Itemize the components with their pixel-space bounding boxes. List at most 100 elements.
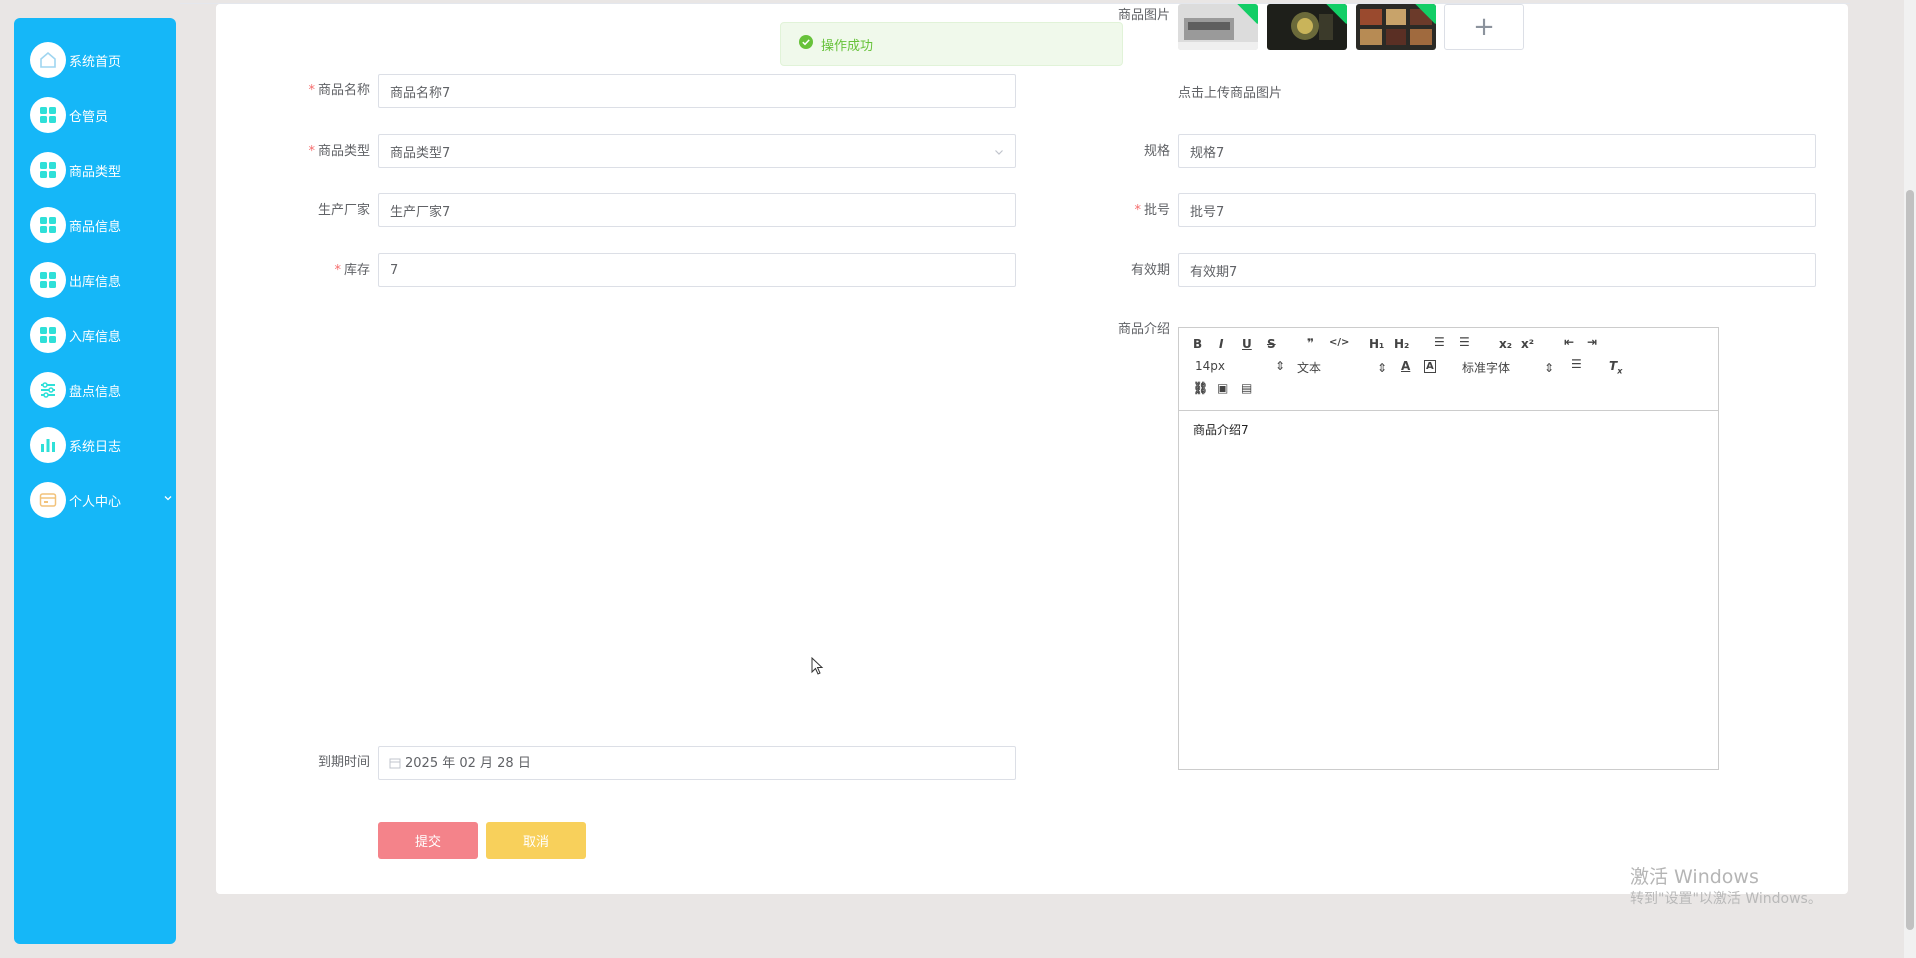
header-1-icon[interactable]: H₁ (1369, 337, 1384, 351)
link-icon[interactable]: ⛓ (1193, 381, 1208, 395)
mouse-cursor-icon (811, 656, 825, 681)
image-icon[interactable]: ▣ (1217, 381, 1228, 395)
sidebar-item-inbound[interactable]: 入库信息 (30, 315, 170, 355)
expire-label: 到期时间 (317, 755, 370, 770)
rich-text-editor: B I U S ❞ </> H₁ H₂ ☰ ☰ x₂ x² ⇤ ⇥ 14px ⇕ … (1178, 327, 1719, 770)
grid-icon (30, 262, 66, 298)
maker-label: 生产厂家 (317, 203, 370, 218)
windows-activation-hint: 转到"设置"以激活 Windows。 (1630, 891, 1822, 907)
maker-field[interactable] (378, 193, 1016, 227)
submit-button[interactable]: 提交 (378, 822, 478, 859)
sidebar: 系统首页 仓管员 商品类型 商品信息 出库信息 入库信息 盘点信息 系统日志 个… (14, 18, 176, 944)
code-block-icon[interactable]: </> (1329, 337, 1349, 348)
sidebar-item-system-log[interactable]: 系统日志 (30, 425, 170, 465)
grid-icon (30, 152, 66, 188)
grid-icon (30, 317, 66, 353)
sidebar-item-label: 系统首页 (69, 54, 122, 70)
editor-content[interactable]: 商品介绍7 (1179, 411, 1718, 448)
bullet-list-icon[interactable]: ☰ (1459, 335, 1470, 349)
type-select[interactable] (378, 134, 1016, 168)
sidebar-item-outbound[interactable]: 出库信息 (30, 260, 170, 300)
valid-field[interactable] (1178, 253, 1816, 287)
upload-image-button[interactable]: + (1444, 4, 1524, 50)
align-icon[interactable]: ☰ (1571, 357, 1582, 371)
sidebar-item-label: 盘点信息 (69, 384, 122, 400)
sidebar-item-label: 入库信息 (69, 329, 122, 345)
name-field[interactable] (378, 74, 1016, 108)
intro-label: 商品介绍 (1117, 322, 1170, 337)
subscript-icon[interactable]: x₂ (1499, 337, 1512, 351)
spec-input[interactable] (1179, 135, 1815, 167)
sidebar-item-home[interactable]: 系统首页 (30, 40, 170, 80)
strike-icon[interactable]: S (1267, 337, 1276, 351)
spec-label: 规格 (1143, 144, 1170, 159)
italic-icon[interactable]: I (1219, 337, 1223, 351)
font-color-icon[interactable]: A (1401, 359, 1410, 373)
sidebar-item-label: 系统日志 (69, 439, 122, 455)
stock-label: * 库存 (334, 263, 370, 278)
grid-icon (30, 207, 66, 243)
calendar-icon (389, 757, 401, 773)
header-2-icon[interactable]: H₂ (1394, 337, 1409, 351)
valid-label: 有效期 (1130, 263, 1170, 278)
spec-field[interactable] (1178, 134, 1816, 168)
blockquote-icon[interactable]: ❞ (1307, 336, 1314, 350)
product-image-thumb-2[interactable] (1267, 4, 1347, 50)
page-scrollbar[interactable] (1904, 0, 1916, 958)
superscript-icon[interactable]: x² (1521, 337, 1534, 351)
sidebar-item-label: 商品类型 (69, 164, 122, 180)
valid-input[interactable] (1179, 254, 1815, 286)
sidebar-item-label: 仓管员 (69, 109, 109, 125)
chevron-down-icon (162, 492, 174, 508)
outdent-icon[interactable]: ⇤ (1564, 335, 1574, 349)
success-toast: 操作成功 (780, 22, 1123, 66)
font-family-select[interactable]: 标准字体 ⇕ (1462, 359, 1554, 376)
stock-field[interactable] (378, 253, 1016, 287)
toast-text: 操作成功 (821, 38, 874, 54)
sidebar-item-personal-center[interactable]: 个人中心 (30, 480, 172, 520)
plus-icon: + (1473, 12, 1495, 42)
grid-icon (30, 97, 66, 133)
scrollbar-thumb[interactable] (1906, 190, 1914, 930)
clear-format-icon[interactable]: Tx (1609, 359, 1622, 375)
bold-icon[interactable]: B (1193, 337, 1202, 351)
name-label: * 商品名称 (308, 83, 370, 98)
sidebar-item-inventory-check[interactable]: 盘点信息 (30, 370, 170, 410)
editor-toolbar: B I U S ❞ </> H₁ H₂ ☰ ☰ x₂ x² ⇤ ⇥ 14px ⇕ … (1179, 328, 1718, 411)
batch-field[interactable] (1178, 193, 1816, 227)
batch-input[interactable] (1179, 194, 1815, 226)
check-circle-icon (799, 35, 813, 53)
ordered-list-icon[interactable]: ☰ (1434, 335, 1445, 349)
type-label: * 商品类型 (308, 144, 370, 159)
name-input[interactable] (379, 75, 1015, 107)
expire-date-picker[interactable]: 2025 年 02 月 28 日 (378, 746, 1016, 780)
background-color-icon[interactable]: A (1424, 360, 1436, 373)
header-select[interactable]: 文本 ⇕ (1297, 359, 1387, 376)
sidebar-item-label: 出库信息 (69, 274, 122, 290)
underline-icon[interactable]: U (1242, 337, 1252, 351)
chevron-down-icon (993, 146, 1005, 162)
product-image-thumb-1[interactable] (1178, 4, 1258, 50)
product-image-thumb-3[interactable] (1356, 4, 1436, 50)
upload-hint: 点击上传商品图片 (1178, 86, 1283, 101)
font-size-select[interactable]: 14px ⇕ (1195, 359, 1285, 373)
stock-input[interactable] (379, 254, 1015, 286)
windows-activation-watermark: 激活 Windows (1630, 866, 1759, 888)
cancel-button[interactable]: 取消 (486, 822, 586, 859)
video-icon[interactable]: ▤ (1241, 381, 1252, 395)
expire-date-value: 2025 年 02 月 28 日 (405, 756, 531, 771)
type-select-input[interactable] (379, 135, 1015, 167)
bar-chart-icon (30, 427, 66, 463)
maker-input[interactable] (379, 194, 1015, 226)
batch-label: * 批号 (1134, 203, 1170, 218)
wallet-icon (30, 482, 66, 518)
home-icon (30, 42, 66, 78)
image-label: 商品图片 (1117, 8, 1170, 23)
indent-icon[interactable]: ⇥ (1587, 335, 1597, 349)
sliders-icon (30, 372, 66, 408)
sidebar-item-product-info[interactable]: 商品信息 (30, 205, 170, 245)
sidebar-item-product-type[interactable]: 商品类型 (30, 150, 170, 190)
sidebar-item-label: 个人中心 (69, 494, 122, 510)
sidebar-item-warehouse-keeper[interactable]: 仓管员 (30, 95, 170, 135)
sidebar-item-label: 商品信息 (69, 219, 122, 235)
